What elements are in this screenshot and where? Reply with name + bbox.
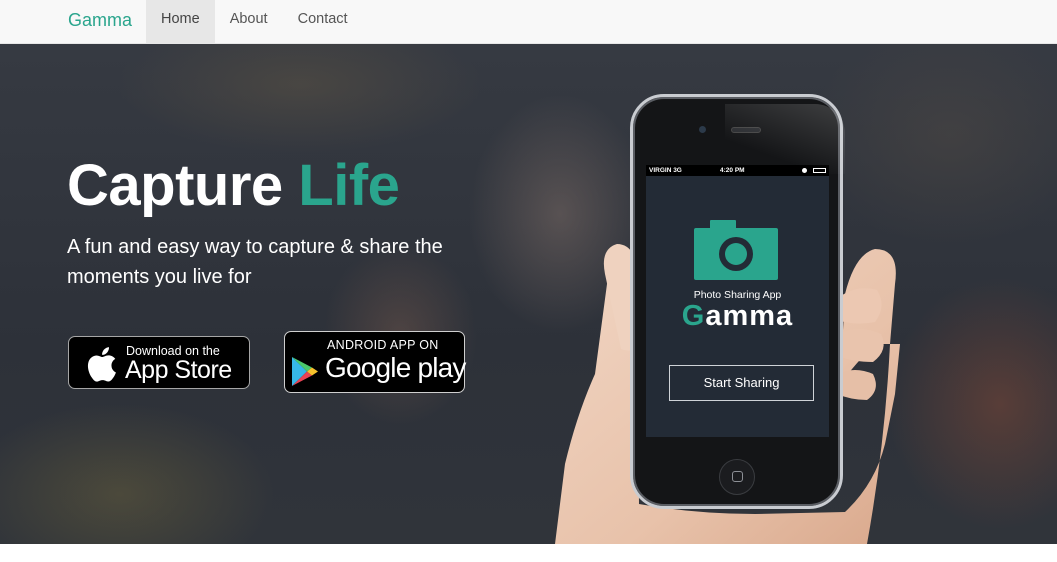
camera-icon [694, 220, 778, 280]
phone-in-hand-image: VIRGIN 3G 4:20 PM Photo Sharing App Gamm… [555, 44, 915, 544]
google-play-small-text: ANDROID APP ON [327, 338, 439, 352]
hero-title-accent: Life [298, 153, 400, 218]
app-store-badge[interactable]: Download on the App Store [68, 336, 250, 389]
nav-menu: Home About Contact [146, 0, 363, 44]
app-name: Gamma [646, 300, 829, 333]
front-camera [699, 126, 706, 133]
status-carrier: VIRGIN 3G [649, 167, 682, 174]
navbar: Gamma Home About Contact [0, 0, 1057, 44]
hero-subtitle: A fun and easy way to capture & share th… [67, 236, 443, 288]
app-name-rest: amma [705, 300, 794, 332]
nav-item-home[interactable]: Home [146, 0, 215, 44]
hero-section: Capture Life A fun and easy way to captu… [0, 44, 1057, 544]
google-play-big-text: Google play [325, 352, 466, 383]
home-button-square-icon [732, 471, 743, 482]
nav-item-about[interactable]: About [215, 0, 283, 44]
apple-icon [87, 347, 116, 382]
nav-item-contact[interactable]: Contact [283, 0, 363, 44]
phone-home-button [719, 459, 755, 495]
app-store-big-text: App Store [125, 356, 232, 384]
app-name-first-letter: G [681, 300, 706, 332]
google-play-badge[interactable]: ANDROID APP ON Google play [284, 331, 466, 393]
google-play-icon [292, 357, 318, 386]
start-sharing-button[interactable]: Start Sharing [669, 365, 814, 401]
phone-glare [725, 104, 845, 174]
hero-title-main: Capture [67, 153, 283, 218]
brand-logo-link[interactable]: Gamma [68, 10, 132, 31]
phone-screen: VIRGIN 3G 4:20 PM Photo Sharing App Gamm… [646, 165, 829, 437]
hero-title: Capture Life [67, 152, 400, 219]
